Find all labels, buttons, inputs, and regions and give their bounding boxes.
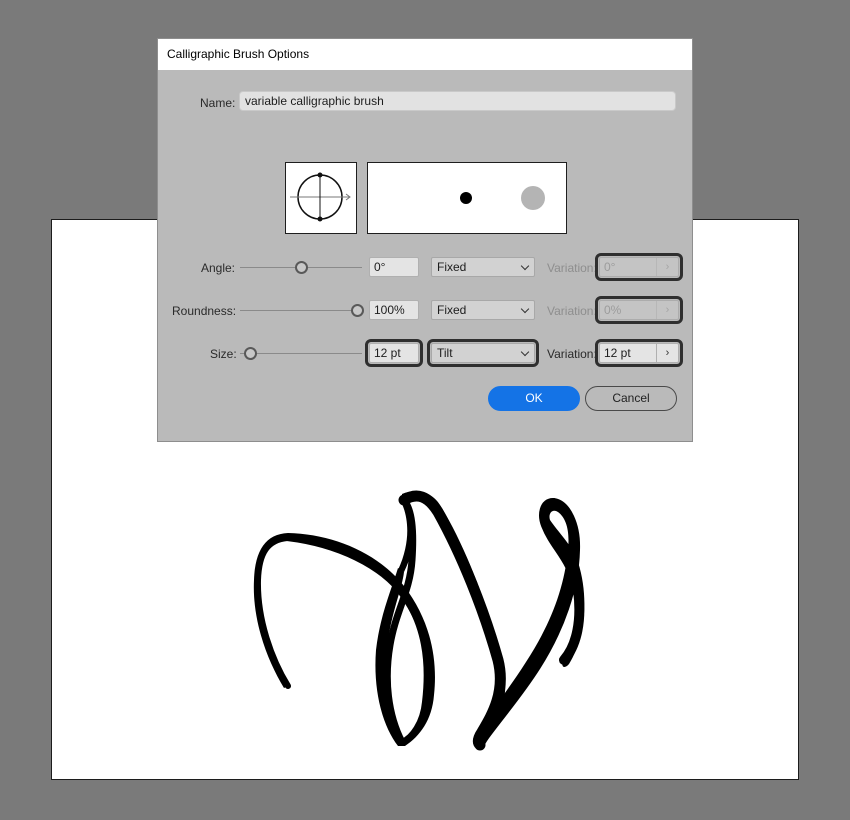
chevron-down-icon — [520, 347, 530, 357]
brush-size-dot-large — [521, 186, 545, 210]
roundness-slider-track[interactable] — [240, 310, 362, 311]
roundness-variation-value: 0% — [604, 303, 622, 317]
size-mode-select[interactable]: Tilt — [427, 339, 539, 367]
angle-mode-select[interactable]: Fixed — [431, 257, 535, 277]
roundness-mode-select[interactable]: Fixed — [431, 300, 535, 320]
brush-angle-icon — [290, 172, 351, 222]
roundness-variation-label: Variation: — [547, 304, 597, 318]
size-slider-track[interactable] — [240, 353, 362, 354]
chevron-right-icon[interactable]: › — [656, 344, 678, 362]
angle-variation-label: Variation: — [547, 261, 597, 275]
name-field[interactable]: variable calligraphic brush — [239, 91, 676, 111]
size-slider-handle[interactable] — [244, 347, 257, 360]
ok-button[interactable]: OK — [488, 386, 580, 411]
roundness-variation-field: 0% › — [595, 296, 683, 324]
angle-mode-value: Fixed — [437, 260, 467, 274]
roundness-mode-value: Fixed — [437, 303, 467, 317]
size-variation-field[interactable]: 12 pt › — [595, 339, 683, 367]
roundness-slider-handle[interactable] — [351, 304, 364, 317]
size-label: Size: — [210, 347, 237, 361]
size-mode-value: Tilt — [437, 346, 453, 360]
dialog-title: Calligraphic Brush Options — [158, 39, 692, 70]
brush-size-dot-small — [460, 192, 472, 204]
roundness-field[interactable]: 100% — [369, 300, 419, 320]
angle-variation-field: 0° › — [595, 253, 683, 281]
chevron-right-icon: › — [656, 301, 678, 319]
calligraphic-brush-options-dialog: Calligraphic Brush Options Name: variabl… — [157, 38, 693, 442]
angle-label: Angle: — [200, 261, 235, 275]
roundness-label: Roundness: — [172, 304, 237, 318]
chevron-down-icon — [520, 304, 530, 314]
angle-variation-value: 0° — [604, 260, 616, 274]
angle-slider-handle[interactable] — [295, 261, 308, 274]
size-field[interactable]: 12 pt — [365, 339, 423, 367]
chevron-down-icon — [520, 261, 530, 271]
size-variation-value: 12 pt — [604, 346, 631, 360]
cancel-button[interactable]: Cancel — [585, 386, 677, 411]
chevron-right-icon: › — [656, 258, 678, 276]
angle-field[interactable]: 0° — [369, 257, 419, 277]
name-label: Name: — [200, 96, 236, 110]
size-variation-label: Variation: — [547, 347, 597, 361]
brush-shape-preview[interactable] — [285, 162, 357, 234]
stroke-path-1 — [253, 533, 435, 746]
brush-size-preview — [367, 162, 567, 234]
